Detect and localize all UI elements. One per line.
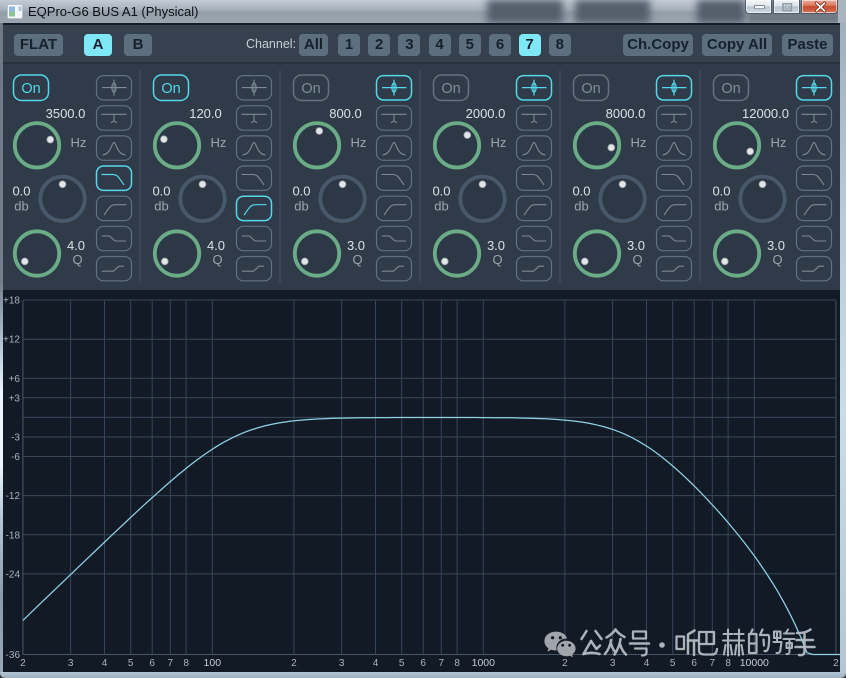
svg-text:3500.0: 3500.0 xyxy=(46,106,86,121)
svg-text:+3: +3 xyxy=(9,393,21,404)
svg-text:0.0: 0.0 xyxy=(12,184,30,199)
svg-text:+6: +6 xyxy=(9,374,21,385)
svg-text:Hz: Hz xyxy=(771,135,787,150)
svg-text:120.0: 120.0 xyxy=(189,106,222,121)
svg-text:On: On xyxy=(441,81,460,97)
svg-text:Hz: Hz xyxy=(71,135,87,150)
svg-text:8: 8 xyxy=(454,658,460,669)
svg-text:0.0: 0.0 xyxy=(152,184,170,199)
svg-text:5: 5 xyxy=(128,658,134,669)
svg-text:4.0: 4.0 xyxy=(67,238,85,253)
svg-text:800.0: 800.0 xyxy=(329,106,362,121)
svg-text:3.0: 3.0 xyxy=(767,238,785,253)
svg-text:Q: Q xyxy=(772,252,782,267)
svg-text:8: 8 xyxy=(725,658,731,669)
svg-text:5: 5 xyxy=(399,658,405,669)
svg-text:6: 6 xyxy=(691,658,697,669)
svg-text:3: 3 xyxy=(610,658,616,669)
svg-text:0.0: 0.0 xyxy=(572,184,590,199)
svg-text:Q: Q xyxy=(212,252,222,267)
svg-text:db: db xyxy=(154,199,168,214)
svg-text:2000.0: 2000.0 xyxy=(466,106,506,121)
svg-text:Hz: Hz xyxy=(351,135,367,150)
svg-text:Q: Q xyxy=(632,252,642,267)
svg-text:2: 2 xyxy=(833,658,839,669)
svg-text:-18: -18 xyxy=(6,530,21,541)
svg-text:2: 2 xyxy=(562,658,568,669)
svg-text:6: 6 xyxy=(420,658,426,669)
svg-text:0.0: 0.0 xyxy=(712,184,730,199)
svg-text:10000: 10000 xyxy=(740,657,769,669)
svg-text:Hz: Hz xyxy=(211,135,227,150)
svg-text:100: 100 xyxy=(204,657,222,669)
svg-text:Hz: Hz xyxy=(631,135,647,150)
svg-text:-3: -3 xyxy=(11,433,20,444)
svg-text:Q: Q xyxy=(352,252,362,267)
svg-text:On: On xyxy=(301,81,320,97)
svg-text:db: db xyxy=(714,199,728,214)
svg-text:-24: -24 xyxy=(6,569,21,580)
svg-text:db: db xyxy=(14,199,28,214)
svg-text:Hz: Hz xyxy=(491,135,507,150)
svg-text:12000.0: 12000.0 xyxy=(742,106,789,121)
svg-text:4: 4 xyxy=(373,658,379,669)
svg-text:-12: -12 xyxy=(6,491,21,502)
svg-text:On: On xyxy=(161,81,180,97)
svg-text:1000: 1000 xyxy=(472,657,496,669)
svg-text:3.0: 3.0 xyxy=(627,238,645,253)
svg-text:3.0: 3.0 xyxy=(487,238,505,253)
svg-text:3.0: 3.0 xyxy=(347,238,365,253)
svg-text:0.0: 0.0 xyxy=(292,184,310,199)
svg-text:On: On xyxy=(581,81,600,97)
svg-text:6: 6 xyxy=(149,658,155,669)
svg-text:db: db xyxy=(434,199,448,214)
svg-text:4: 4 xyxy=(644,658,650,669)
svg-text:+18: +18 xyxy=(3,296,20,307)
svg-text:2: 2 xyxy=(20,658,26,669)
svg-text:On: On xyxy=(21,81,40,97)
svg-text:On: On xyxy=(721,81,740,97)
svg-text:7: 7 xyxy=(710,658,716,669)
svg-text:8000.0: 8000.0 xyxy=(606,106,646,121)
svg-text:2: 2 xyxy=(291,658,297,669)
svg-text:db: db xyxy=(294,199,308,214)
svg-text:3: 3 xyxy=(339,658,345,669)
svg-text:8: 8 xyxy=(183,658,189,669)
svg-text:7: 7 xyxy=(439,658,445,669)
svg-text:4: 4 xyxy=(102,658,108,669)
svg-text:Q: Q xyxy=(72,252,82,267)
svg-text:0.0: 0.0 xyxy=(432,184,450,199)
svg-text:Q: Q xyxy=(492,252,502,267)
svg-text:-36: -36 xyxy=(6,650,21,661)
svg-text:4.0: 4.0 xyxy=(207,238,225,253)
svg-text:5: 5 xyxy=(670,658,676,669)
svg-text:+12: +12 xyxy=(3,335,20,346)
svg-text:7: 7 xyxy=(168,658,174,669)
svg-text:db: db xyxy=(574,199,588,214)
svg-text:-6: -6 xyxy=(11,452,20,463)
svg-text:3: 3 xyxy=(68,658,74,669)
